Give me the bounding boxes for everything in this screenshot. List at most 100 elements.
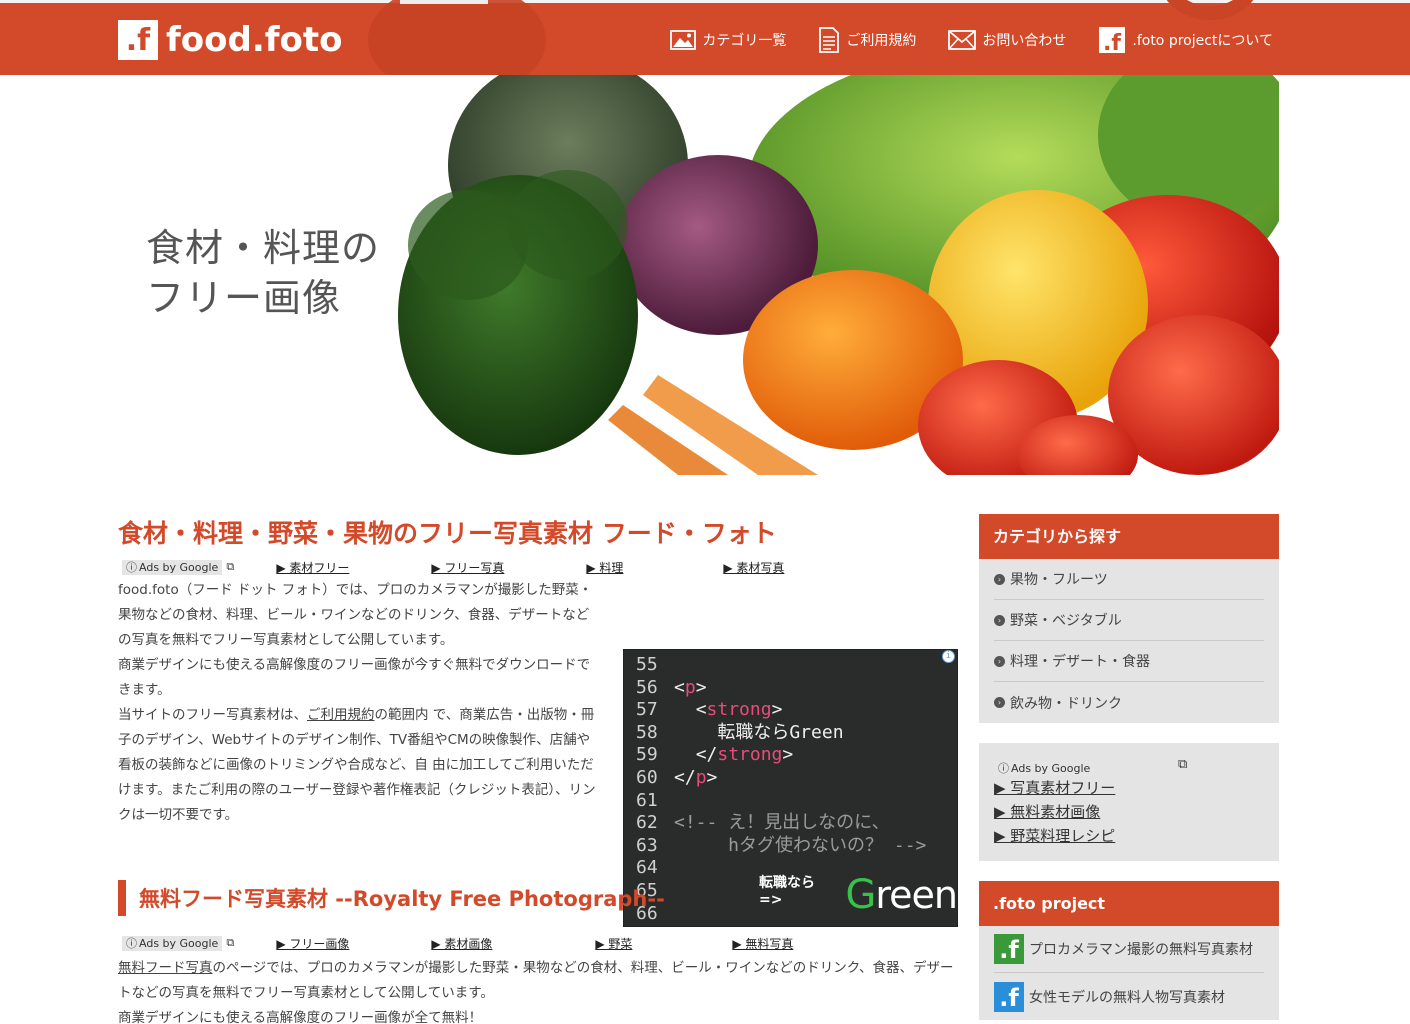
info-icon: ⓘ [126,561,137,574]
code-text: </p> [674,767,718,788]
category-item-dish[interactable]: › 料理・デザート・食器 [994,641,1264,682]
line-number: 63 [636,834,658,856]
ad-link[interactable]: ▶ フリー写真 [431,561,504,575]
category-item-vegetable[interactable]: › 野菜・ベジタブル [994,600,1264,641]
section-title: 無料フード写真素材 --Royalty Free Photograph-- [118,880,960,916]
code-line: 55 [624,654,957,677]
nav-label: お問い合わせ [982,33,1067,49]
section-text: 無料フード写真のページでは、プロのカメラマンが撮影した野菜・果物などの食材、料理… [118,956,960,1024]
intro-paragraph-1: food.foto（フード ドット フォト）では、プロのカメラマンが撮影した野菜… [118,582,593,648]
ad-link[interactable]: ▶ 野菜料理レシピ [994,824,1264,848]
hero-line-1: 食材・料理の [146,226,381,270]
photo-foto-logo-icon: .f [994,934,1024,964]
nav-label: カテゴリ一覧 [702,33,787,49]
hero-heading: 食材・料理の フリー画像 [146,223,380,323]
page-title: 食材・料理・野菜・果物のフリー写真素材 フード・フォト [118,519,777,548]
ads-by-google-badge[interactable]: ⓘ Ads by Google [122,935,223,951]
category-item-drink[interactable]: › 飲み物・ドリンク [994,682,1264,723]
section-paragraph-1: 無料フード写真のページでは、プロのカメラマンが撮影した野菜・果物などの食材、料理… [118,956,960,1006]
intro-text: food.foto（フード ドット フォト）では、プロのカメラマンが撮影した野菜… [118,578,602,828]
free-photo-section: 無料フード写真素材 --Royalty Free Photograph-- ⓘ A… [118,880,960,1024]
line-number: 57 [636,699,658,721]
svg-text:.f: .f [1103,31,1121,54]
ad-link[interactable]: ▶ 無料素材画像 [994,800,1264,824]
ads-badge-label: Ads by Google [1011,761,1091,775]
ad-link[interactable]: ▶ 素材画像 [431,937,492,951]
text-span: のページでは、プロのカメラマンが撮影した野菜・果物などの食材、料理、ビール・ワイ… [118,960,954,1001]
code-line: 61 [624,790,957,813]
code-line: 60 </p> [624,767,957,790]
intro-paragraph-2: 商業デザインにも使える高解像度のフリー画像が今すぐ無料でダウンロードできます。 [118,657,591,698]
category-box-title: カテゴリから探す [979,514,1279,559]
line-number: 64 [636,857,658,879]
text-span: 当サイトのフリー写真素材は、 [118,707,307,723]
project-label: 女性モデルの無料人物写真素材 [1029,989,1225,1006]
ad-link[interactable]: ▶ 素材フリー [276,561,349,575]
free-food-photo-link[interactable]: 無料フード写真 [118,960,213,976]
code-line: 62 <!-- え！見出しなのに、 [624,812,957,835]
text-span: の範囲内 で、商業広告・出版物・冊子のデザイン、Webサイトのデザイン制作、TV… [118,707,596,823]
project-label: プロカメラマン撮影の無料写真素材 [1029,942,1253,958]
line-number: 59 [636,744,658,766]
intro-block: food.foto（フード ドット フォト）では、プロのカメラマンが撮影した野菜… [118,578,960,927]
category-item-fruit[interactable]: › 果物・フルーツ [994,559,1264,600]
nav-terms[interactable]: ご利用規約 [818,27,916,53]
info-icon: ⓘ [126,937,137,950]
project-item-photo[interactable]: .f プロカメラマン撮影の無料写真素材 [994,926,1264,973]
code-text: 転職ならGreen [674,721,844,743]
code-line: 63 hタグ使わないの？ --> [624,835,957,858]
chevron-right-icon: › [994,655,1005,667]
ad-link[interactable]: ▶ 野菜 [595,937,632,951]
external-link-icon[interactable]: ⧉ [226,560,276,574]
code-line: 59 </strong> [624,744,957,767]
nav-contact[interactable]: お問い合わせ [948,30,1066,50]
logo-mark-icon: .f [118,20,158,60]
external-link-icon[interactable]: ⧉ [226,936,276,950]
nav-foto-project[interactable]: .f .foto projectについて [1098,26,1273,54]
code-text: <strong> [695,699,783,721]
header-decoration-tab [400,0,488,4]
code-text: <!-- え！見出しなのに、 [674,812,890,834]
line-number: 62 [636,812,658,834]
site-logo[interactable]: .f food.foto [118,20,343,60]
sidebar: カテゴリから探す › 果物・フルーツ › 野菜・ベジタブル › 料理・デザート・食器 … [979,514,1279,1020]
logo-text: food.foto [166,20,343,60]
category-label: 飲み物・ドリンク [1010,695,1122,712]
header-decoration-ring [1160,0,1260,20]
code-line: 57 <strong> [624,699,957,722]
line-number: 56 [636,676,658,698]
chevron-right-icon: › [994,697,1005,708]
code-line: 58 転職ならGreen [624,722,957,745]
image-icon [670,30,697,50]
external-link-icon[interactable]: ⧉ [1178,757,1187,772]
model-foto-logo-icon: .f [994,981,1024,1012]
sidebar-ad-box: ⓘ Ads by Google ⧉ ▶ 写真素材フリー ▶ 無料素材画像 ▶ 野菜… [979,743,1279,861]
code-text: <p> [674,676,707,698]
ad-link[interactable]: ▶ フリー画像 [276,937,349,951]
mail-icon [948,30,977,50]
ad-link[interactable]: ▶ 写真素材フリー [994,776,1264,800]
site-header: .f food.foto カテゴリ一覧 ご利用規約 お問い合わせ .f .fot… [0,0,1410,75]
category-label: 野菜・ベジタブル [1010,613,1122,629]
category-label: 料理・デザート・食器 [1010,654,1150,670]
main-content: 食材・料理・野菜・果物のフリー写真素材 フード・フォト ⓘ Ads by Goog… [118,514,960,1024]
info-icon: ⓘ [998,762,1009,775]
nav-label: .foto projectについて [1132,33,1273,49]
ads-badge-label: Ads by Google [139,560,219,574]
line-number: 61 [636,789,658,811]
line-number: 55 [636,654,658,675]
nav-category-list[interactable]: カテゴリ一覧 [670,29,786,51]
ad-link[interactable]: ▶ 素材写真 [723,561,784,575]
foto-logo-icon: .f [1099,27,1126,54]
ad-link[interactable]: ▶ 無料写真 [732,937,793,951]
project-item-model[interactable]: .f 女性モデルの無料人物写真素材 [994,973,1264,1020]
code-text: </strong> [695,744,794,766]
code-line: 56 <p> [624,677,957,700]
ads-by-google-badge[interactable]: ⓘ Ads by Google [994,760,1095,776]
header-decoration [368,0,546,75]
category-list: › 果物・フルーツ › 野菜・ベジタブル › 料理・デザート・食器 › 飲み物・ドリンク [979,559,1279,723]
section-title-bar [118,880,126,916]
terms-link[interactable]: ご利用規約 [307,707,375,723]
ad-link[interactable]: ▶ 料理 [586,561,623,575]
ads-by-google-badge[interactable]: ⓘ Ads by Google [122,559,223,575]
